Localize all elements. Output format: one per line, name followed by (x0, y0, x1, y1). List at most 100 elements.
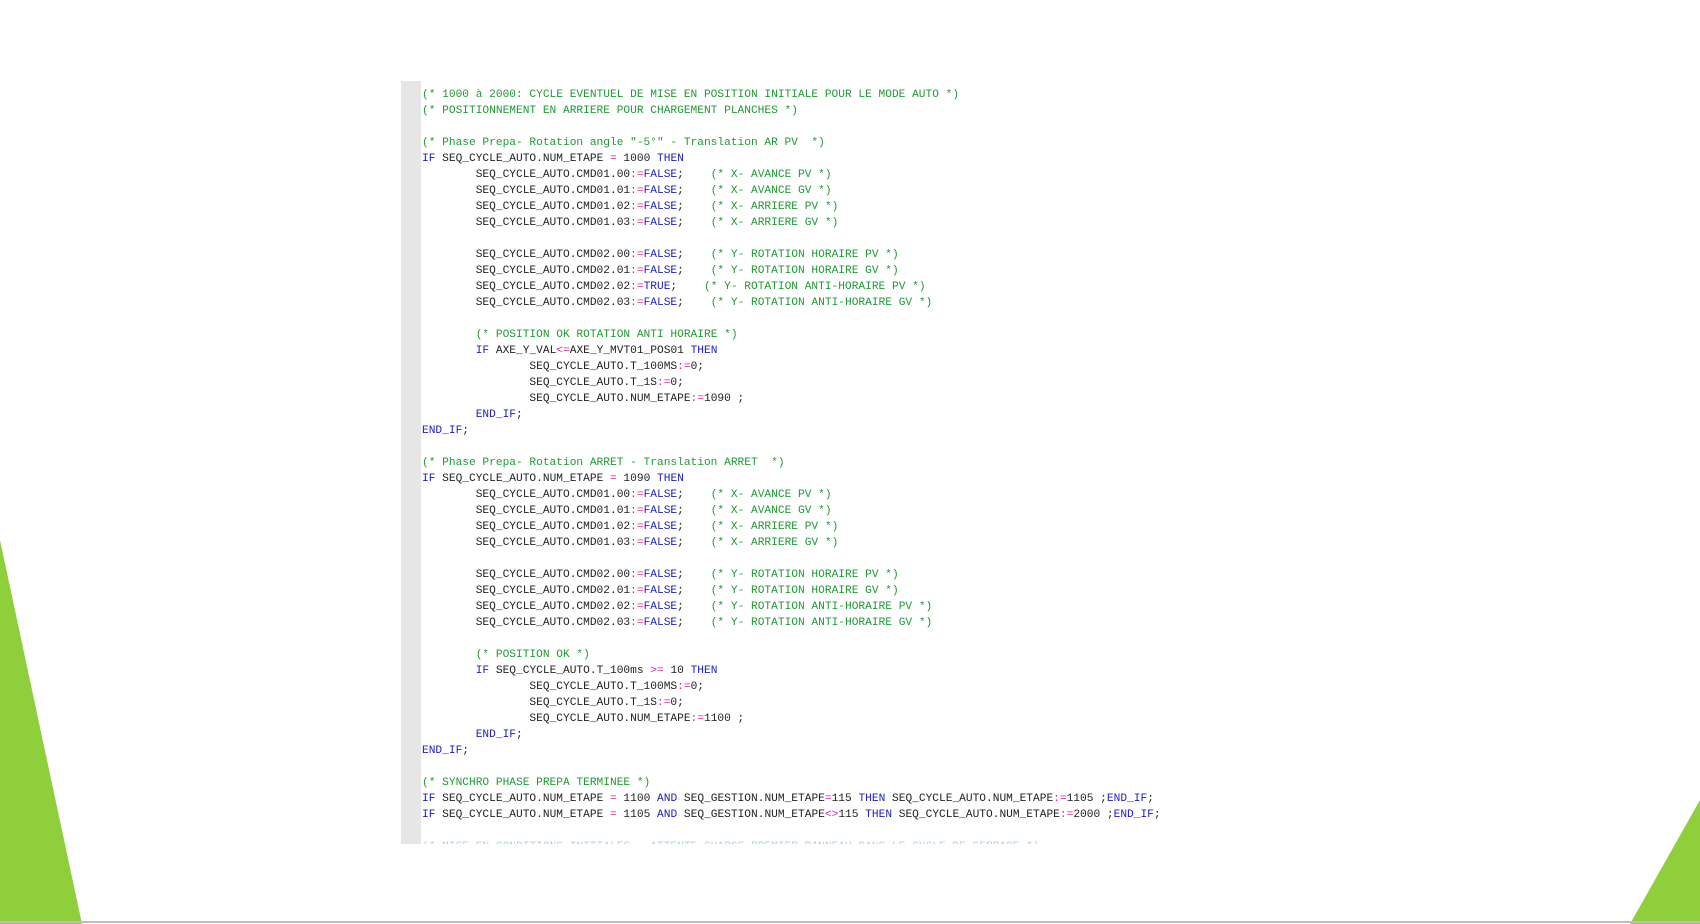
code-line: END_IF; (422, 727, 1161, 743)
code-token: (* Y- ROTATION HORAIRE GV *) (710, 265, 899, 277)
code-line: SEQ_CYCLE_AUTO.NUM_ETAPE:=1090 ; (422, 391, 1161, 407)
code-token: 0; (670, 377, 684, 389)
code-token: := (690, 713, 704, 725)
code-token: := (630, 249, 644, 261)
code-line: (* Phase Prepa- Rotation ARRET - Transla… (422, 455, 1161, 471)
code-token: (* Phase Prepa- Rotation ARRET - Transla… (422, 457, 785, 469)
code-token: ; (516, 729, 523, 741)
code-token: FALSE (643, 297, 678, 309)
code-token: THEN (858, 793, 886, 805)
code-token: (* 1000 à 2000: CYCLE EVENTUEL DE MISE E… (422, 89, 960, 101)
code-editor-panel[interactable]: (* 1000 à 2000: CYCLE EVENTUEL DE MISE E… (401, 81, 1271, 844)
code-token: ; (677, 249, 711, 261)
code-token: ; (677, 217, 711, 229)
code-token: := (656, 697, 671, 709)
code-token: ; (1147, 793, 1154, 805)
code-line: SEQ_CYCLE_AUTO.CMD01.00:=FALSE; (* X- AV… (422, 487, 1161, 503)
code-token: AND (657, 809, 678, 821)
code-token: (* SYNCHRO PHASE PREPA TERMINEE *) (422, 777, 651, 789)
code-token: FALSE (643, 617, 678, 629)
code-token: := (630, 505, 644, 517)
code-token: FALSE (643, 585, 678, 597)
code-token: FALSE (643, 505, 678, 517)
code-line: IF SEQ_CYCLE_AUTO.NUM_ETAPE = 1100 AND S… (422, 791, 1161, 807)
code-token: SEQ_CYCLE_AUTO.NUM_ETAPE (892, 809, 1060, 821)
code-line: SEQ_CYCLE_AUTO.CMD02.03:=FALSE; (* Y- RO… (422, 615, 1161, 631)
code-token: SEQ_CYCLE_AUTO.T_1S (422, 377, 657, 389)
code-token: (* POSITION OK ROTATION ANTI HORAIRE *) (475, 329, 738, 341)
code-token: := (630, 217, 644, 229)
code-token: SEQ_CYCLE_AUTO.CMD01.03 (422, 217, 631, 229)
code-token: FALSE (643, 201, 678, 213)
code-token: 1100 (616, 793, 658, 805)
code-token: := (1053, 793, 1067, 805)
code-token: SEQ_CYCLE_AUTO.CMD02.02 (422, 281, 631, 293)
code-token: SEQ_CYCLE_AUTO.CMD01.01 (422, 185, 631, 197)
code-token: END_IF (422, 425, 463, 437)
code-line: (* POSITION OK ROTATION ANTI HORAIRE *) (422, 327, 1161, 343)
code-token: SEQ_GESTION.NUM_ETAPE (677, 793, 825, 805)
code-line: END_IF; (422, 407, 1161, 423)
code-line: SEQ_CYCLE_AUTO.CMD01.03:=FALSE; (* X- AR… (422, 215, 1161, 231)
code-line: IF SEQ_CYCLE_AUTO.NUM_ETAPE = 1090 THEN (422, 471, 1161, 487)
code-token: SEQ_CYCLE_AUTO.T_100MS (422, 361, 678, 373)
code-line: SEQ_CYCLE_AUTO.CMD01.02:=FALSE; (* X- AR… (422, 519, 1161, 535)
code-line: SEQ_CYCLE_AUTO.CMD02.00:=FALSE; (* Y- RO… (422, 247, 1161, 263)
code-token: (* POSITIONNEMENT EN ARRIERE POUR CHARGE… (422, 105, 798, 117)
code-token: SEQ_CYCLE_AUTO.CMD01.03 (422, 537, 631, 549)
code-token: 2000 ; (1073, 809, 1114, 821)
code-line: SEQ_CYCLE_AUTO.CMD02.02:=FALSE; (* Y- RO… (422, 599, 1161, 615)
code-token: ; (677, 201, 711, 213)
code-line: (* Phase Prepa- Rotation angle "-5°" - T… (422, 135, 1161, 151)
code-token: <= (556, 345, 570, 357)
code-token: := (630, 569, 644, 581)
code-token: (* X- AVANCE PV *) (710, 169, 832, 181)
code-token: SEQ_CYCLE_AUTO.CMD02.03 (422, 297, 631, 309)
code-line: SEQ_CYCLE_AUTO.CMD02.01:=FALSE; (* Y- RO… (422, 583, 1161, 599)
code-text-area[interactable]: (* 1000 à 2000: CYCLE EVENTUEL DE MISE E… (422, 87, 1161, 844)
code-line: SEQ_CYCLE_AUTO.CMD01.03:=FALSE; (* X- AR… (422, 535, 1161, 551)
code-token: SEQ_CYCLE_AUTO.CMD02.01 (422, 585, 631, 597)
code-token: SEQ_CYCLE_AUTO.T_100ms (489, 665, 651, 677)
code-token: (* X- AVANCE PV *) (710, 489, 832, 501)
code-line: SEQ_CYCLE_AUTO.CMD01.02:=FALSE; (* X- AR… (422, 199, 1161, 215)
code-token: IF (475, 345, 490, 357)
code-line: SEQ_CYCLE_AUTO.CMD01.00:=FALSE; (* X- AV… (422, 167, 1161, 183)
code-token: AND (657, 793, 678, 805)
code-line: SEQ_CYCLE_AUTO.CMD02.02:=TRUE; (* Y- ROT… (422, 279, 1161, 295)
code-token: ; (677, 505, 711, 517)
code-token: 1090 (616, 473, 658, 485)
code-token: = (610, 809, 617, 821)
code-token: (* X- ARRIERE GV *) (710, 537, 839, 549)
code-token: (* Y- ROTATION ANTI-HORAIRE GV *) (710, 617, 933, 629)
code-token: := (656, 377, 671, 389)
code-token: SEQ_CYCLE_AUTO.CMD02.02 (422, 601, 631, 613)
slide-bottom-border (0, 921, 1700, 923)
code-token: (* Phase Prepa- Rotation angle "-5°" - T… (422, 137, 825, 149)
code-token: 1105 ; (1066, 793, 1107, 805)
code-token: AXE_Y_MVT01_POS01 (569, 345, 691, 357)
code-token: (* Y- ROTATION ANTI-HORAIRE PV *) (704, 281, 926, 293)
code-token: ; (677, 601, 711, 613)
code-token: := (630, 281, 644, 293)
code-token: := (630, 297, 644, 309)
code-token: SEQ_CYCLE_AUTO.CMD02.00 (422, 249, 631, 261)
code-token: SEQ_CYCLE_AUTO.CMD02.01 (422, 265, 631, 277)
code-token: := (630, 201, 644, 213)
code-token: 1105 (616, 809, 658, 821)
green-triangle-decoration-right (1630, 800, 1700, 924)
code-token: (* Y- ROTATION ANTI-HORAIRE PV *) (710, 601, 933, 613)
code-token: END_IF (475, 729, 517, 741)
code-token: SEQ_CYCLE_AUTO.NUM_ETAPE (435, 153, 610, 165)
code-token: IF (422, 473, 436, 485)
code-token: ; (677, 521, 711, 533)
code-token: TRUE (643, 281, 671, 293)
code-token: SEQ_CYCLE_AUTO.CMD01.02 (422, 201, 631, 213)
code-token: ; (462, 425, 470, 437)
code-token: FALSE (643, 521, 678, 533)
